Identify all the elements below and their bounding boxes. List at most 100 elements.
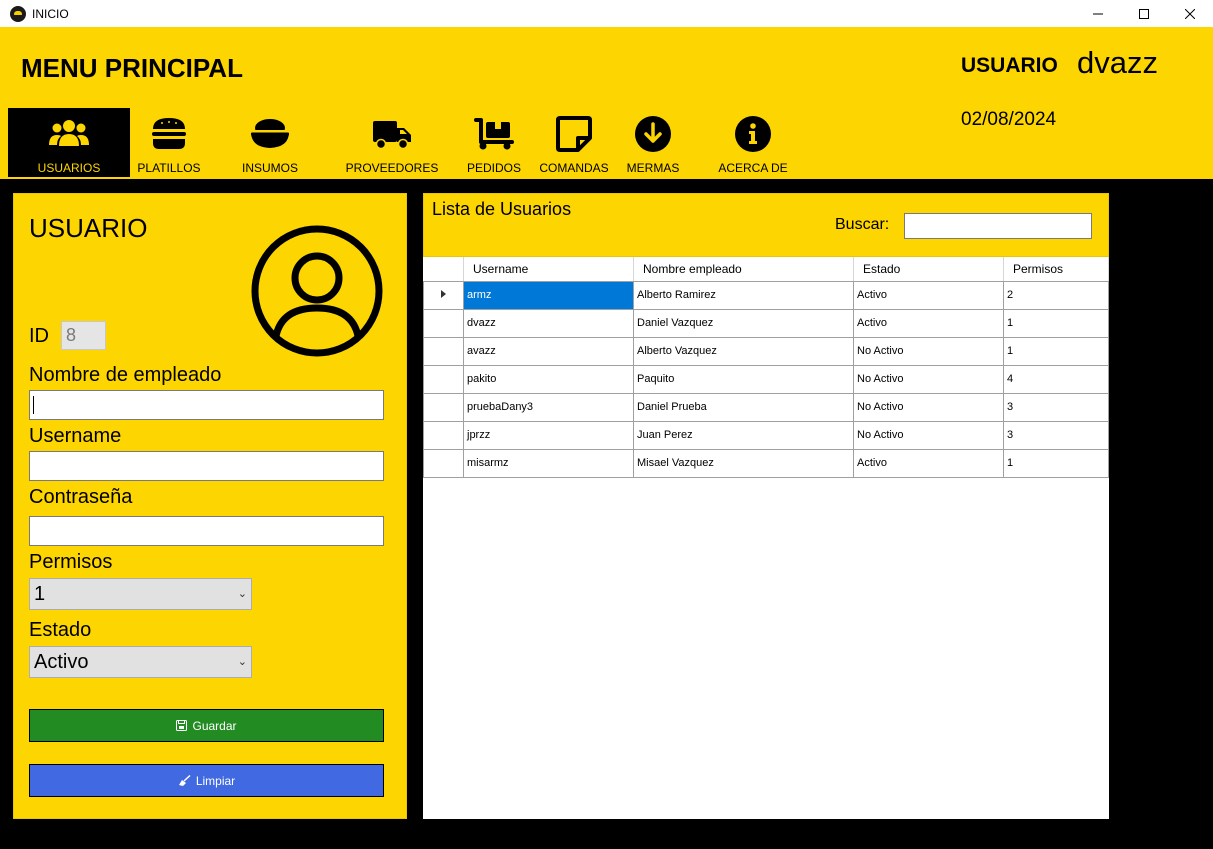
nav-label: USUARIOS [37, 161, 101, 175]
nav-comandas[interactable]: COMANDAS [537, 108, 611, 177]
save-icon [176, 720, 188, 731]
password-input[interactable] [29, 516, 384, 546]
cell-username[interactable]: pakito [463, 364, 634, 394]
nav-usuarios[interactable]: USUARIOS [8, 108, 130, 177]
row-header[interactable] [423, 280, 464, 310]
minimize-button[interactable] [1075, 0, 1121, 27]
cell-estado[interactable]: No Activo [853, 336, 1004, 366]
app-logo-icon [10, 5, 26, 22]
row-header-corner [423, 257, 464, 282]
chevron-down-icon: ⌄ [237, 588, 247, 600]
chevron-down-icon: ⌄ [237, 656, 247, 668]
nav-proveedores[interactable]: PROVEEDORES [346, 108, 438, 177]
cell-permisos[interactable]: 1 [1003, 336, 1109, 366]
estado-value: Activo [34, 651, 89, 673]
clear-label: Limpiar [195, 773, 236, 788]
cell-employee-name[interactable]: Daniel Vazquez [633, 308, 854, 338]
cell-estado[interactable]: No Activo [853, 420, 1004, 450]
row-header[interactable] [423, 364, 464, 394]
row-header[interactable] [423, 448, 464, 478]
nav-pedidos[interactable]: PEDIDOS [464, 108, 524, 177]
maximize-button[interactable] [1121, 0, 1167, 27]
row-header[interactable] [423, 336, 464, 366]
nav-mermas[interactable]: MERMAS [620, 108, 686, 177]
table-header-row: Username Nombre empleado Estado Permisos [423, 257, 1109, 282]
row-header[interactable] [423, 420, 464, 450]
table-row[interactable]: pakito Paquito No Activo 4 [423, 364, 1109, 394]
cell-username[interactable]: jprzz [463, 420, 634, 450]
close-icon [1185, 8, 1195, 19]
cell-permisos[interactable]: 4 [1003, 364, 1109, 394]
cell-estado[interactable]: No Activo [853, 364, 1004, 394]
cell-permisos[interactable]: 1 [1003, 308, 1109, 338]
save-label: Guardar [192, 718, 237, 733]
cell-permisos[interactable]: 3 [1003, 420, 1109, 450]
page-title: MENU PRINCIPAL [21, 53, 243, 83]
nav-insumos[interactable]: INSUMOS [230, 108, 310, 177]
user-name: dvazz [1077, 45, 1158, 80]
cell-username[interactable]: armz [463, 280, 634, 310]
current-row-arrow-icon [441, 290, 446, 298]
window-controls [1075, 0, 1213, 27]
column-header[interactable]: Nombre empleado [633, 257, 854, 282]
cell-permisos[interactable]: 3 [1003, 392, 1109, 422]
column-header[interactable]: Username [463, 257, 634, 282]
list-header: Lista de Usuarios Buscar: [423, 193, 1109, 257]
cell-username[interactable]: dvazz [463, 308, 634, 338]
close-button[interactable] [1167, 0, 1213, 27]
title-bar: INICIO [0, 0, 1213, 27]
cell-permisos[interactable]: 2 [1003, 280, 1109, 310]
cell-estado[interactable]: No Activo [853, 392, 1004, 422]
nav-acerca-de[interactable]: ACERCA DE [714, 108, 792, 177]
user-avatar-icon [250, 224, 384, 363]
password-label: Contraseña [29, 486, 133, 508]
cell-username[interactable]: misarmz [463, 448, 634, 478]
cell-employee-name[interactable]: Daniel Prueba [633, 392, 854, 422]
clear-button[interactable]: Limpiar [29, 764, 384, 797]
permisos-select[interactable]: 1 ⌄ [29, 578, 252, 610]
cell-estado[interactable]: Activo [853, 308, 1004, 338]
table-row[interactable]: misarmz Misael Vazquez Activo 1 [423, 448, 1109, 478]
cell-employee-name[interactable]: Alberto Vazquez [633, 336, 854, 366]
cell-username[interactable]: pruebaDany3 [463, 392, 634, 422]
estado-select[interactable]: Activo ⌄ [29, 646, 252, 678]
employee-name-label: Nombre de empleado [29, 364, 222, 386]
table-row[interactable]: pruebaDany3 Daniel Prueba No Activo 3 [423, 392, 1109, 422]
cell-employee-name[interactable]: Misael Vazquez [633, 448, 854, 478]
id-label: ID [29, 325, 49, 347]
table-row[interactable]: dvazz Daniel Vazquez Activo 1 [423, 308, 1109, 338]
estado-label: Estado [29, 619, 92, 641]
app-window: INICIO MENU PRINCIPAL USUARIO dvazz 02/0… [0, 0, 1213, 849]
employee-name-input[interactable] [29, 390, 384, 420]
table-row[interactable]: avazz Alberto Vazquez No Activo 1 [423, 336, 1109, 366]
search-input[interactable] [904, 213, 1092, 239]
window-title: INICIO [32, 6, 69, 21]
nav-platillos[interactable]: PLATILLOS [130, 108, 208, 177]
column-header[interactable]: Estado [853, 257, 1004, 282]
nav-label: ACERCA DE [718, 161, 788, 175]
table-row[interactable]: jprzz Juan Perez No Activo 3 [423, 420, 1109, 450]
cell-employee-name[interactable]: Juan Perez [633, 420, 854, 450]
nav-label: PEDIDOS [466, 161, 521, 175]
cell-employee-name[interactable]: Alberto Ramirez [633, 280, 854, 310]
nav-label: PROVEEDORES [345, 161, 439, 175]
cell-estado[interactable]: Activo [853, 448, 1004, 478]
note-icon [556, 114, 592, 154]
nav-label: MERMAS [626, 161, 680, 175]
user-form-panel: USUARIO ID 8 Nombre de empleado Username… [13, 193, 407, 819]
save-button[interactable]: Guardar [29, 709, 384, 742]
cell-employee-name[interactable]: Paquito [633, 364, 854, 394]
table-row[interactable]: armz Alberto Ramirez Activo 2 [423, 280, 1109, 310]
cell-username[interactable]: avazz [463, 336, 634, 366]
row-header[interactable] [423, 308, 464, 338]
cell-permisos[interactable]: 1 [1003, 448, 1109, 478]
permisos-value: 1 [34, 583, 46, 605]
username-input[interactable] [29, 451, 384, 481]
permisos-label: Permisos [29, 551, 113, 573]
cell-estado[interactable]: Activo [853, 280, 1004, 310]
minimize-icon [1093, 13, 1103, 14]
form-title: USUARIO [29, 213, 148, 243]
user-label: USUARIO [961, 54, 1058, 77]
column-header[interactable]: Permisos [1003, 257, 1109, 282]
row-header[interactable] [423, 392, 464, 422]
